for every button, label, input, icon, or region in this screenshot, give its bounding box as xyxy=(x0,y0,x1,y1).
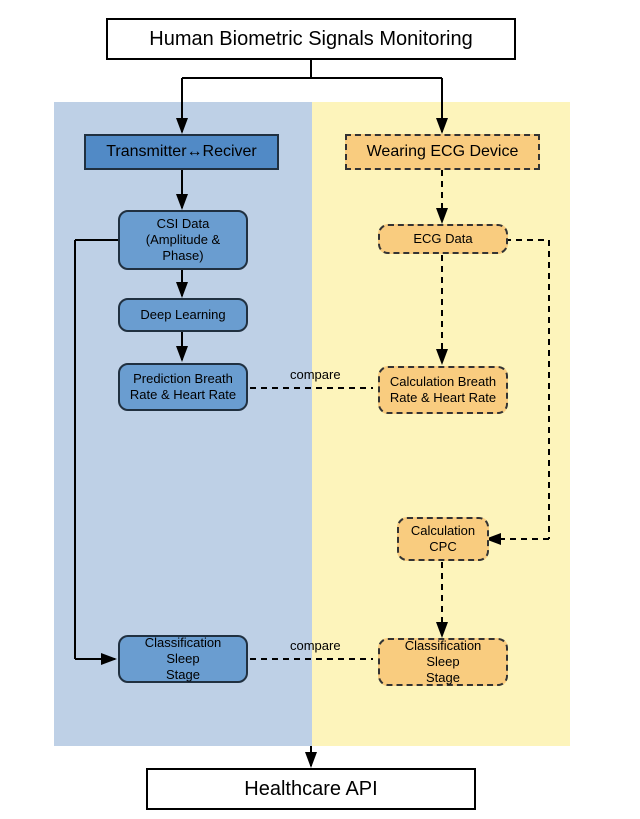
node-ecg-data: ECG Data xyxy=(378,224,508,254)
node-prediction: Prediction BreathRate & Heart Rate xyxy=(118,363,248,411)
right-header: Wearing ECG Device xyxy=(345,134,540,170)
node-dl-text: Deep Learning xyxy=(140,307,225,323)
node-calculation: Calculation BreathRate & Heart Rate xyxy=(378,366,508,414)
node-classification-left: Classification SleepStage xyxy=(118,635,248,683)
diagram-canvas: Human Biometric Signals Monitoring Healt… xyxy=(0,0,640,819)
node-deep-learning: Deep Learning xyxy=(118,298,248,332)
right-header-text: Wearing ECG Device xyxy=(367,143,519,161)
node-csi-text: CSI Data(Amplitude &Phase) xyxy=(146,216,220,265)
title-box: Human Biometric Signals Monitoring xyxy=(106,18,516,60)
compare-label-1: compare xyxy=(290,367,341,382)
node-pred-text: Prediction BreathRate & Heart Rate xyxy=(130,371,236,404)
node-calc-text: Calculation BreathRate & Heart Rate xyxy=(390,374,496,407)
node-cpc-text: CalculationCPC xyxy=(411,523,475,556)
left-header: Transmitter↔Reciver xyxy=(84,134,279,170)
title-text: Human Biometric Signals Monitoring xyxy=(149,28,472,51)
node-cpc: CalculationCPC xyxy=(397,517,489,561)
node-ecg-text: ECG Data xyxy=(413,231,472,247)
node-csi: CSI Data(Amplitude &Phase) xyxy=(118,210,248,270)
node-classification-right: Classification SleepStage xyxy=(378,638,508,686)
node-cls-left-text: Classification SleepStage xyxy=(128,635,238,684)
left-header-text: Transmitter↔Reciver xyxy=(106,143,257,161)
footer-text: Healthcare API xyxy=(244,778,377,801)
compare-label-2: compare xyxy=(290,638,341,653)
footer-box: Healthcare API xyxy=(146,768,476,810)
node-cls-right-text: Classification SleepStage xyxy=(388,638,498,687)
